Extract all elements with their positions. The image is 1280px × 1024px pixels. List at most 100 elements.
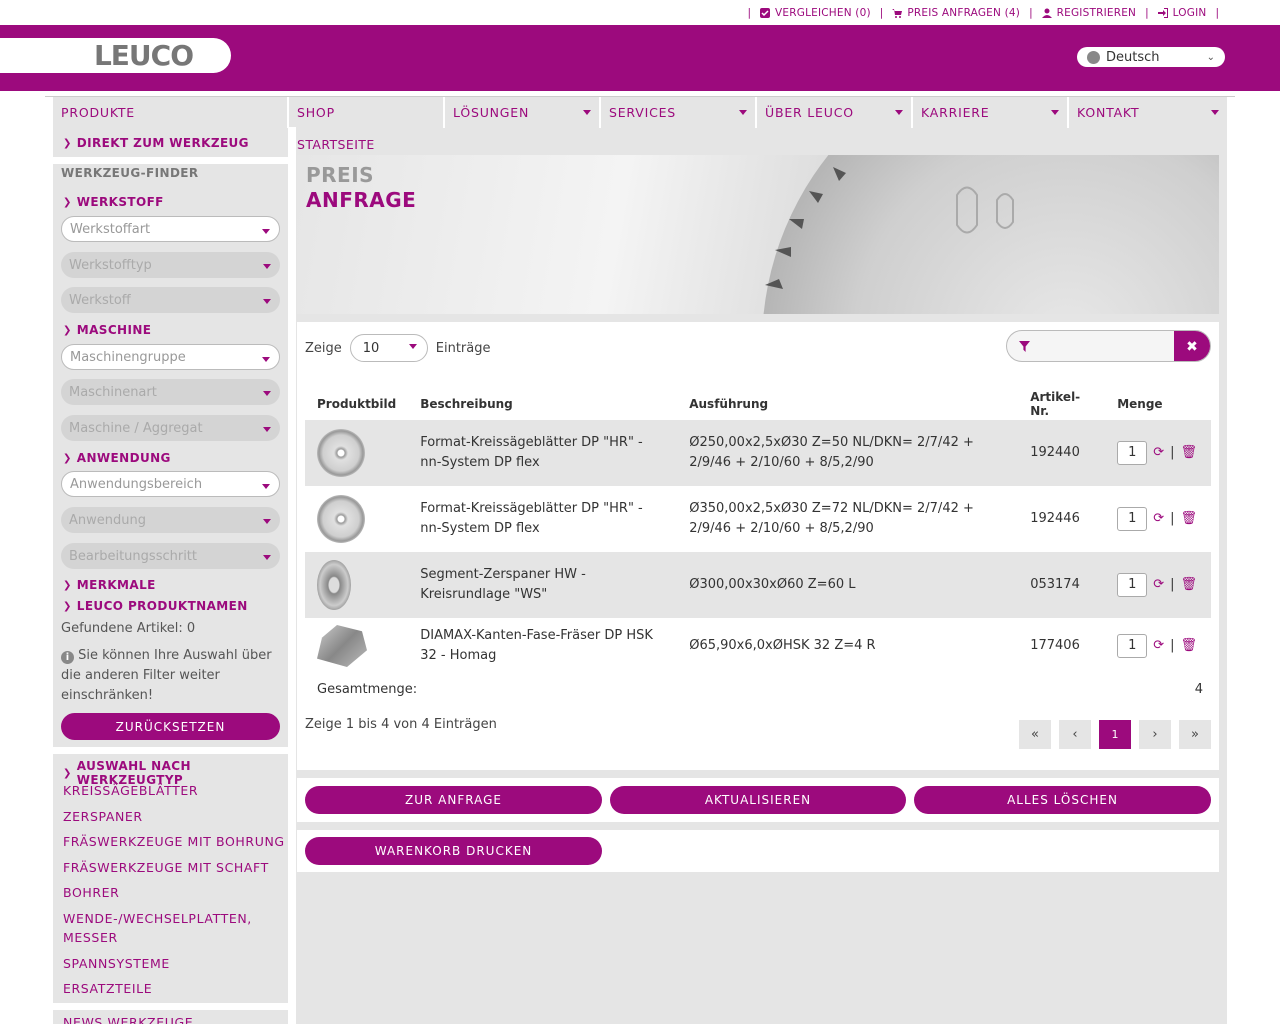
compare-link[interactable]: VERGLEICHEN (0) [760,7,871,19]
product-image[interactable] [317,560,351,610]
chevron-right-icon: ❯ [63,324,72,336]
chevron-right-icon: ❯ [63,196,72,208]
update-button[interactable]: AKTUALISIEREN [610,786,906,814]
link-fraeswerkzeuge-schaft[interactable]: FRÄSWERKZEUGE MIT SCHAFT [63,858,269,877]
print-cart-button[interactable]: WARENKORB DRUCKEN [305,837,602,865]
col-header[interactable]: Menge [1105,388,1211,420]
quantity-input[interactable]: 1 [1117,507,1148,531]
werkstoffart-select[interactable]: Werkstoffart [61,216,280,242]
divider: | [1170,577,1175,592]
bearbeitungsschritt-select[interactable]: Bearbeitungsschritt [61,543,280,569]
werkstoff-select[interactable]: Werkstoff [61,287,280,313]
product-image[interactable] [317,495,365,543]
prev-page-button[interactable]: ‹ [1059,720,1091,749]
refresh-icon[interactable]: ⟳ [1153,575,1164,595]
anwendung-toggle[interactable]: ❯ ANWENDUNG [63,451,171,465]
next-page-button[interactable]: › [1139,720,1171,749]
article-number-link[interactable]: 177406 [1018,618,1105,674]
description: Segment-Zerspaner HW - Kreisrundlage "WS… [420,567,586,602]
link-messer[interactable]: MESSER [63,928,118,947]
quantity-input[interactable]: 1 [1117,441,1148,465]
nav-services[interactable]: SERVICES [601,97,757,128]
register-link[interactable]: REGISTRIEREN [1041,6,1137,19]
logo[interactable]: LEUCO [0,38,231,73]
to-request-button[interactable]: ZUR ANFRAGE [305,786,602,814]
article-number-link[interactable]: 053174 [1018,552,1105,618]
col-header[interactable]: Produktbild [305,388,408,420]
filter-icon [1019,341,1030,352]
page-button[interactable]: 1 [1099,720,1131,749]
refresh-icon[interactable]: ⟳ [1153,443,1164,463]
link-wendeplatten[interactable]: WENDE-/WECHSELPLATTEN, [63,909,252,928]
reset-button[interactable]: ZURÜCKSETZEN [61,713,280,740]
refresh-icon[interactable]: ⟳ [1153,636,1164,656]
link-zerspaner[interactable]: ZERSPANER [63,807,143,826]
col-header[interactable]: Beschreibung [408,388,677,420]
article-number-link[interactable]: 192440 [1018,420,1105,486]
login-link[interactable]: LOGIN [1157,7,1207,19]
caret-down-icon [263,299,271,304]
product-image[interactable] [317,429,365,477]
refresh-icon[interactable]: ⟳ [1153,509,1164,529]
divider: | [1170,511,1175,526]
first-page-button[interactable]: « [1019,720,1051,749]
compare-label: VERGLEICHEN (0) [775,6,871,19]
werkstoff-label: WERKSTOFF [76,195,164,209]
main-nav: PRODUKTE SHOP LÖSUNGEN SERVICES ÜBER LEU… [45,96,1235,128]
quote-table: Produktbild Beschreibung Ausführung Arti… [305,388,1211,674]
link-ersatzteile[interactable]: ERSATZTEILE [63,979,152,998]
clear-filter-button[interactable]: ✖ [1174,331,1210,361]
trash-icon[interactable]: 🗑 [1181,443,1198,463]
caret-down-icon [262,484,270,489]
table-row: Segment-Zerspaner HW - Kreisrundlage "WS… [305,552,1211,618]
utility-bar: | VERGLEICHEN (0) | PREIS ANFRAGEN (4) |… [0,0,1280,25]
nav-produkte[interactable]: PRODUKTE [53,97,289,128]
trash-icon[interactable]: 🗑 [1181,509,1198,529]
trash-icon[interactable]: 🗑 [1181,636,1198,656]
direct-to-tool-toggle[interactable]: ❯ DIREKT ZUM WERKZEUG [63,136,249,150]
breadcrumb[interactable]: STARTSEITE [297,137,375,152]
col-header[interactable]: Artikel-Nr. [1018,388,1105,420]
anwendungsbereich-select[interactable]: Anwendungsbereich [61,471,280,497]
col-header[interactable]: Ausführung [677,388,1018,420]
clear-all-button[interactable]: ALLES LÖSCHEN [914,786,1211,814]
nav-loesungen[interactable]: LÖSUNGEN [445,97,601,128]
aggregat-select[interactable]: Maschine / Aggregat [61,415,280,441]
quote-link[interactable]: PREIS ANFRAGEN (4) [892,7,1020,19]
anwendung-label: ANWENDUNG [76,451,171,465]
nav-karriere[interactable]: KARRIERE [913,97,1069,128]
quantity-input[interactable]: 1 [1117,573,1148,597]
select-value: Werkstofftyp [69,257,152,273]
caret-down-icon [895,110,903,115]
select-value: Anwendung [69,512,146,528]
quantity-input[interactable]: 1 [1117,634,1148,658]
werkstoff-toggle[interactable]: ❯ WERKSTOFF [63,195,164,209]
link-news[interactable]: NEWS WERKZEUGE [63,1013,193,1024]
link-bohrer[interactable]: BOHRER [63,883,119,902]
register-label: REGISTRIEREN [1056,6,1137,19]
nav-label: SHOP [297,105,335,120]
product-image[interactable] [317,625,367,667]
language-select[interactable]: Deutsch ⌄ [1077,47,1225,67]
caret-down-icon [262,229,270,234]
link-spannsysteme[interactable]: SPANNSYSTEME [63,954,170,973]
chevron-right-icon: ❯ [63,767,72,779]
page-length-select[interactable]: 10 [349,334,428,362]
merkmale-toggle[interactable]: ❯ MERKMALE [63,578,156,592]
maschinenart-select[interactable]: Maschinenart [61,379,280,405]
werkstofftyp-select[interactable]: Werkstofftyp [61,252,280,278]
last-page-button[interactable]: » [1179,720,1211,749]
link-fraeswerkzeuge-bohrung[interactable]: FRÄSWERKZEUGE MIT BOHRUNG [63,832,285,851]
nav-ueber-leuco[interactable]: ÜBER LEUCO [757,97,913,128]
nav-kontakt[interactable]: KONTAKT [1069,97,1227,128]
trash-icon[interactable]: 🗑 [1181,575,1198,595]
produktnamen-toggle[interactable]: ❯ LEUCO PRODUKTNAMEN [63,599,248,613]
table-filter-input[interactable]: ✖ [1006,330,1211,362]
maschinengruppe-select[interactable]: Maschinengruppe [61,344,280,370]
quantity-control: 1 ⟳ | 🗑 [1117,441,1199,465]
nav-shop[interactable]: SHOP [289,97,445,128]
article-number-link[interactable]: 192446 [1018,486,1105,552]
link-kreissaegeblaetter[interactable]: KREISSÄGEBLÄTTER [63,781,198,800]
maschine-toggle[interactable]: ❯ MASCHINE [63,323,151,337]
anwendung-select[interactable]: Anwendung [61,507,280,533]
